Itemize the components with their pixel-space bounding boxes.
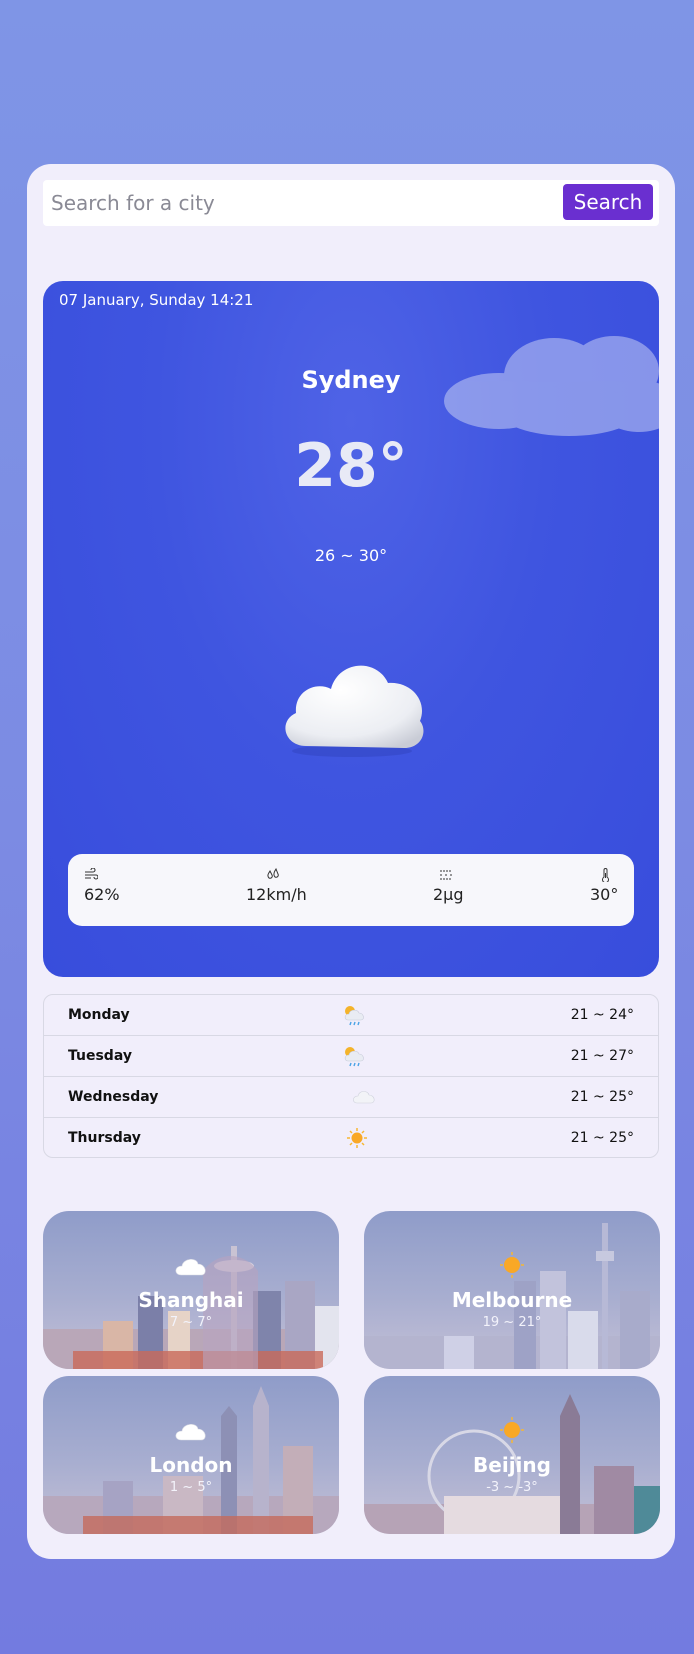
cloud-icon (285, 665, 424, 757)
city-card-beijing[interactable]: Beijing -3 ~ -3° (364, 1376, 660, 1534)
forecast-list: Monday 21 ~ 24° Tuesday 21 ~ 27° Wednesd… (43, 994, 659, 1158)
stat-wind-value: 62% (84, 885, 120, 904)
stat-air: 2μg (433, 868, 464, 904)
search-button[interactable]: Search (563, 184, 653, 220)
search-bar: Search (43, 180, 659, 226)
city-card-range: 1 ~ 5° (169, 1480, 213, 1495)
stat-feels-value: 30° (590, 885, 619, 904)
forecast-row[interactable]: Monday 21 ~ 24° (44, 995, 658, 1036)
forecast-day: Wednesday (68, 1089, 159, 1105)
weather-panel: Search 07 January, Sunday 14:21 Sydney 2… (27, 164, 675, 1559)
wind-icon (85, 868, 98, 880)
city-card-name: Beijing (473, 1453, 551, 1477)
sun-icon (500, 1417, 524, 1443)
forecast-row[interactable]: Tuesday 21 ~ 27° (44, 1036, 658, 1077)
current-temp-range: 26 ~ 30° (314, 546, 388, 565)
city-card-range: 7 ~ 7° (169, 1315, 213, 1330)
forecast-range: 21 ~ 27° (570, 1048, 634, 1064)
forecast-row[interactable]: Wednesday 21 ~ 25° (44, 1077, 658, 1118)
rain-cloud-icon (344, 1047, 364, 1067)
stat-humidity-value: 12km/h (246, 885, 307, 904)
forecast-range: 21 ~ 25° (570, 1089, 634, 1105)
forecast-range: 21 ~ 24° (570, 1007, 634, 1023)
stat-feels: 30° (590, 868, 618, 904)
forecast-row[interactable]: Thursday 21 ~ 25° (44, 1118, 658, 1157)
current-temperature: 28° (294, 431, 408, 501)
haze-icon (440, 870, 452, 880)
thermometer-icon (602, 868, 609, 882)
current-weather-card: 07 January, Sunday 14:21 Sydney 28° 26 ~… (43, 281, 659, 977)
drops-icon (267, 868, 279, 879)
forecast-day: Thursday (68, 1130, 141, 1146)
current-city: Sydney (301, 366, 401, 394)
cloud-icon (175, 1259, 206, 1276)
stat-air-value: 2μg (433, 885, 464, 904)
rain-cloud-icon (344, 1006, 364, 1026)
cloud-icon (353, 1091, 375, 1104)
forecast-day: Monday (68, 1007, 130, 1023)
search-input[interactable] (43, 180, 543, 226)
city-card-melbourne[interactable]: Melbourne 19 ~ 21° (364, 1211, 660, 1369)
forecast-day: Tuesday (68, 1048, 132, 1064)
forecast-range: 21 ~ 25° (570, 1130, 634, 1146)
city-card-name: London (149, 1453, 233, 1477)
city-card-range: -3 ~ -3° (486, 1480, 538, 1495)
sun-icon (500, 1252, 524, 1278)
city-card-shanghai[interactable]: Shanghai 7 ~ 7° (43, 1211, 339, 1369)
weather-stats-bar: 62% 12km/h 2μg 30° (68, 854, 634, 926)
cloud-icon (175, 1424, 206, 1441)
city-card-name: Shanghai (138, 1288, 244, 1312)
current-datetime: 07 January, Sunday 14:21 (59, 291, 254, 309)
city-card-name: Melbourne (451, 1288, 573, 1312)
city-card-london[interactable]: London 1 ~ 5° (43, 1376, 339, 1534)
city-card-range: 19 ~ 21° (482, 1315, 542, 1330)
stat-wind: 62% (84, 868, 120, 904)
sun-icon (347, 1128, 367, 1148)
stat-humidity: 12km/h (246, 868, 307, 904)
